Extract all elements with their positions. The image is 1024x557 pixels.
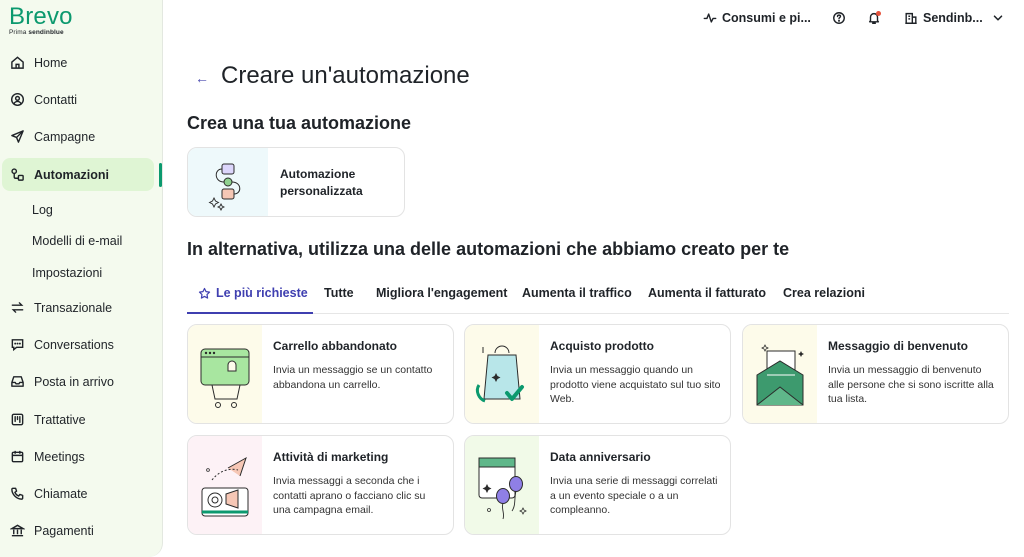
help-button[interactable] bbox=[832, 11, 846, 25]
calendar-icon bbox=[9, 449, 25, 465]
sidebar-item-label: Trattative bbox=[34, 412, 86, 427]
shopping-bag-illustration bbox=[465, 325, 539, 423]
sidebar-item-label: Conversations bbox=[34, 337, 114, 352]
bank-icon bbox=[9, 523, 25, 539]
logo-subtitle: Prima sendinblue bbox=[9, 29, 73, 36]
sidebar-item-chiamate[interactable]: Chiamate bbox=[2, 477, 154, 510]
topbar: Consumi e pi... Sendinb... bbox=[163, 0, 1024, 38]
sidebar-item-contatti[interactable]: Contatti bbox=[2, 83, 154, 116]
notifications-button[interactable] bbox=[867, 11, 881, 25]
sidebar-item-label: Pagamenti bbox=[34, 523, 94, 538]
logo-wordmark: Brevo bbox=[9, 3, 73, 30]
megaphone-illustration bbox=[188, 436, 262, 534]
custom-automation-illustration bbox=[188, 148, 268, 216]
card-title: Messaggio di benvenuto bbox=[828, 339, 969, 353]
sidebar-item-label: Contatti bbox=[34, 92, 78, 107]
sidebar-subitem-log[interactable]: Log bbox=[32, 203, 53, 217]
custom-automation-card[interactable]: Automazione personalizzata bbox=[187, 147, 405, 217]
transactional-icon bbox=[9, 300, 25, 316]
sidebar-item-label: Home bbox=[34, 55, 68, 70]
sidebar-item-transazionale[interactable]: Transazionale bbox=[2, 291, 154, 324]
tab-tutte[interactable]: Tutte bbox=[324, 286, 354, 300]
logo-sub-prefix: Prima bbox=[9, 29, 27, 36]
balloons-illustration bbox=[465, 436, 539, 534]
envelope-illustration bbox=[743, 325, 817, 423]
sidebar-item-trattative[interactable]: Trattative bbox=[2, 403, 154, 436]
custom-automation-label: Automazione personalizzata bbox=[280, 167, 363, 198]
sidebar-item-posta[interactable]: Posta in arrivo bbox=[2, 365, 154, 398]
tab-traffico[interactable]: Aumenta il traffico bbox=[522, 286, 632, 300]
inbox-icon bbox=[9, 374, 25, 390]
sidebar-subitem-impostazioni[interactable]: Impostazioni bbox=[32, 266, 102, 280]
help-icon bbox=[832, 11, 846, 25]
template-card-anniversario[interactable]: Data anniversario Invia una serie di mes… bbox=[464, 435, 731, 535]
sidebar-subitem-modelli[interactable]: Modelli di e-mail bbox=[32, 234, 122, 248]
cart-illustration bbox=[188, 325, 262, 423]
deals-icon bbox=[9, 412, 25, 428]
contacts-icon bbox=[9, 92, 25, 108]
active-indicator bbox=[159, 163, 162, 187]
card-title: Carrello abbandonato bbox=[273, 339, 398, 353]
sidebar: Brevo Prima sendinblue Home Contatti Cam… bbox=[0, 0, 163, 557]
automation-icon bbox=[9, 167, 25, 183]
logo-sub-brand: sendinblue bbox=[28, 29, 64, 36]
star-icon bbox=[198, 287, 211, 300]
building-icon bbox=[904, 11, 918, 25]
back-arrow-icon[interactable]: ← bbox=[195, 70, 209, 86]
bell-icon bbox=[867, 11, 881, 25]
card-title: Attività di marketing bbox=[273, 450, 389, 464]
send-icon bbox=[9, 129, 25, 145]
category-tabs: Le più richieste Tutte Migliora l'engage… bbox=[187, 284, 1009, 314]
card-description: Invia un messaggio se un contatto abband… bbox=[273, 364, 433, 391]
brevo-logo[interactable]: Brevo Prima sendinblue bbox=[9, 3, 73, 37]
sidebar-item-campagne[interactable]: Campagne bbox=[2, 120, 154, 153]
sidebar-item-label: Chiamate bbox=[34, 486, 88, 501]
template-card-acquisto[interactable]: Acquisto prodotto Invia un messaggio qua… bbox=[464, 324, 731, 424]
sidebar-item-home[interactable]: Home bbox=[2, 46, 154, 79]
home-icon bbox=[9, 55, 25, 71]
card-title: Data anniversario bbox=[550, 450, 651, 464]
template-card-marketing[interactable]: Attività di marketing Invia messaggi a s… bbox=[187, 435, 454, 535]
sidebar-item-meetings[interactable]: Meetings bbox=[2, 440, 154, 473]
sidebar-item-pagamenti[interactable]: Pagamenti bbox=[2, 514, 154, 547]
sidebar-item-label: Campagne bbox=[34, 129, 96, 144]
tab-engagement[interactable]: Migliora l'engagement bbox=[376, 286, 507, 300]
page-title: Creare un'automazione bbox=[221, 62, 470, 89]
card-description: Invia una serie di messaggi correlati a … bbox=[550, 475, 718, 516]
usage-label: Consumi e pi... bbox=[722, 11, 811, 25]
sidebar-item-label: Transazionale bbox=[34, 300, 113, 315]
template-card-benvenuto[interactable]: Messaggio di benvenuto Invia un messaggi… bbox=[742, 324, 1009, 424]
notification-dot bbox=[876, 11, 881, 16]
account-menu[interactable]: Sendinb... bbox=[904, 11, 1005, 25]
tab-label: Le più richieste bbox=[216, 286, 308, 300]
card-description: Invia un messaggio di benvenuto alle per… bbox=[828, 364, 994, 405]
section-title-templates: In alternativa, utilizza una delle autom… bbox=[187, 239, 790, 259]
template-card-carrello[interactable]: Carrello abbandonato Invia un messaggio … bbox=[187, 324, 454, 424]
sidebar-item-conversations[interactable]: Conversations bbox=[2, 328, 154, 361]
tab-fatturato[interactable]: Aumenta il fatturato bbox=[648, 286, 766, 300]
sidebar-item-label: Meetings bbox=[34, 449, 85, 464]
chat-icon bbox=[9, 337, 25, 353]
card-description: Invia messaggi a seconda che i contatti … bbox=[273, 475, 426, 516]
sidebar-item-automazioni[interactable]: Automazioni bbox=[2, 158, 154, 191]
card-title: Acquisto prodotto bbox=[550, 339, 654, 353]
chevron-down-icon bbox=[991, 11, 1005, 25]
active-tab-underline bbox=[187, 312, 313, 314]
phone-icon bbox=[9, 486, 25, 502]
sidebar-item-label: Automazioni bbox=[34, 167, 109, 182]
section-title-custom: Crea una tua automazione bbox=[187, 113, 412, 133]
account-label: Sendinb... bbox=[923, 11, 983, 25]
usage-button[interactable]: Consumi e pi... bbox=[703, 11, 811, 25]
tab-relazioni[interactable]: Crea relazioni bbox=[783, 286, 865, 300]
activity-icon bbox=[703, 11, 717, 25]
tab-piu-richieste[interactable]: Le più richieste bbox=[198, 286, 308, 300]
sidebar-item-label: Posta in arrivo bbox=[34, 374, 114, 389]
card-description: Invia un messaggio quando un prodotto vi… bbox=[550, 364, 721, 405]
